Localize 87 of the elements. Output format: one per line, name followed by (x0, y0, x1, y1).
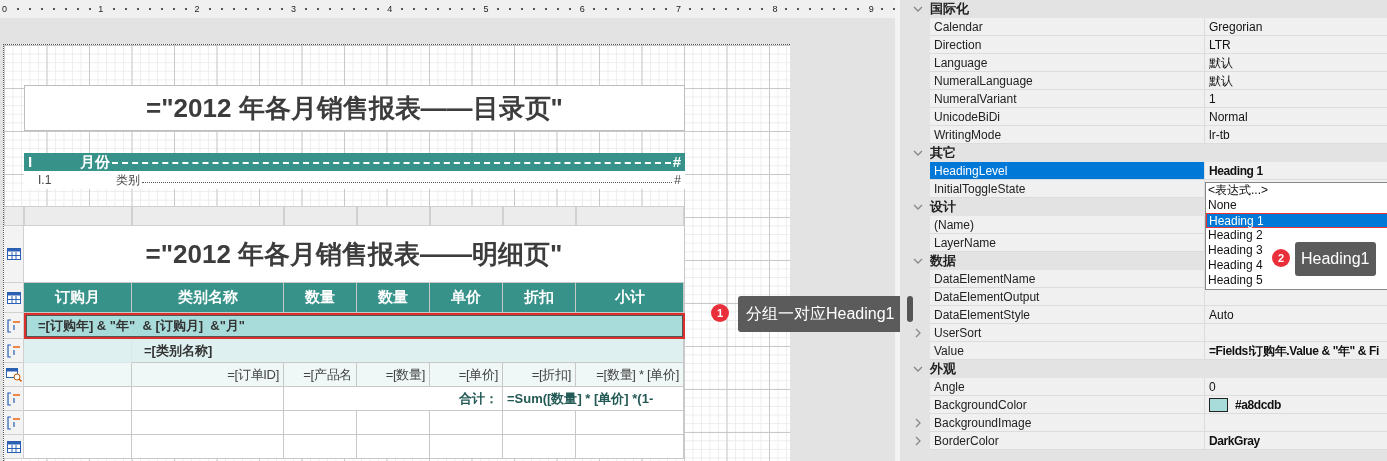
property-name[interactable]: (Name) (930, 216, 1205, 234)
report-title: ="2012 年各月销售报表——明细页" (24, 226, 685, 283)
chevron-down-icon[interactable] (912, 4, 923, 14)
property-name[interactable]: UnicodeBiDi (930, 108, 1205, 126)
ruler-number: 7 (675, 3, 683, 15)
table-row-icon[interactable] (6, 440, 21, 453)
category-label: 设计 (930, 198, 956, 217)
property-name[interactable]: NumeralLanguage (930, 72, 1205, 90)
dropdown-option[interactable]: Heading 1 (1206, 213, 1387, 228)
property-name[interactable]: HeadingLevel (930, 162, 1205, 180)
property-name[interactable]: NumeralVariant (930, 90, 1205, 108)
column-handle[interactable] (24, 206, 132, 226)
property-value[interactable]: Auto (1205, 306, 1387, 324)
annotation-tooltip: 分组一对应Heading1 (738, 296, 900, 332)
property-value[interactable]: LTR (1205, 36, 1387, 54)
toc-page-number: # (672, 151, 681, 172)
property-value[interactable]: 默认 (1205, 72, 1387, 90)
group-row-icon[interactable] (6, 415, 21, 430)
property-value[interactable]: =Fields!订购年.Value & "年" & Fi (1205, 342, 1387, 360)
property-name[interactable]: LayerName (930, 234, 1205, 252)
ruler-number: 9 (867, 3, 875, 15)
table-row-icon[interactable] (6, 291, 21, 304)
ruler-number: 6 (578, 3, 586, 15)
splitter-handle[interactable] (907, 296, 913, 322)
property-value[interactable]: DarkGray (1205, 432, 1387, 450)
group-header-cell: =[订购年] & "年" & [订购月] &"月" (24, 313, 685, 339)
group-row-icon[interactable] (6, 391, 21, 406)
column-handle[interactable] (430, 206, 503, 226)
ruler-number: 1 (97, 3, 105, 15)
ruler-number: 4 (386, 3, 394, 15)
dropdown-option[interactable]: Heading 2 (1206, 228, 1265, 243)
toc-label: 类别 (116, 172, 140, 189)
category-label: 外观 (930, 360, 956, 379)
category-label: 数据 (930, 252, 956, 271)
group-row-icon[interactable] (6, 343, 21, 358)
property-value[interactable]: 默认 (1205, 54, 1387, 72)
column-handle[interactable] (132, 206, 284, 226)
property-name[interactable]: WritingMode (930, 126, 1205, 144)
table-row-icon[interactable] (6, 248, 21, 260)
chevron-down-icon[interactable] (912, 148, 923, 158)
ruler-number: 8 (771, 3, 779, 15)
dropdown-option[interactable]: Heading 5 (1206, 273, 1265, 288)
corner-handle[interactable] (4, 206, 24, 226)
chevron-down-icon[interactable] (912, 202, 923, 212)
column-handle[interactable] (576, 206, 684, 226)
chevron-down-icon[interactable] (912, 256, 923, 266)
property-value[interactable]: 1 (1205, 90, 1387, 108)
ruler-number: 0 (1, 3, 8, 15)
dropdown-option[interactable]: Heading 4 (1206, 258, 1265, 273)
property-name[interactable]: DataElementOutput (930, 288, 1205, 306)
category-label: 国际化 (930, 0, 969, 19)
category-label: 其它 (930, 144, 956, 163)
group-row-icon[interactable] (6, 318, 21, 333)
detail-row-icon[interactable] (5, 367, 22, 382)
annotation-tooltip: Heading1 (1295, 242, 1376, 276)
column-handle[interactable] (503, 206, 576, 226)
property-value[interactable]: #a8dcdb (1205, 396, 1387, 414)
property-name[interactable]: BackgroundColor (930, 396, 1205, 414)
property-name[interactable]: Angle (930, 378, 1205, 396)
chevron-down-icon[interactable] (912, 364, 923, 374)
column-handle[interactable] (284, 206, 357, 226)
property-value[interactable]: Gregorian (1205, 18, 1387, 36)
property-name[interactable]: UserSort (930, 324, 1205, 342)
toc-page-number: # (674, 172, 681, 189)
ruler-number: 3 (289, 3, 297, 15)
property-value[interactable]: Normal (1205, 108, 1387, 126)
property-value[interactable]: Heading 1 (1205, 162, 1387, 180)
property-name[interactable]: DataElementStyle (930, 306, 1205, 324)
property-name[interactable]: InitialToggleState (930, 180, 1205, 198)
ruler-number: 2 (193, 3, 201, 15)
ruler-number: 5 (482, 3, 490, 15)
toc-label: 月份 (80, 151, 110, 172)
property-name[interactable]: Language (930, 54, 1205, 72)
property-value[interactable]: 0 (1205, 378, 1387, 396)
column-handle[interactable] (357, 206, 430, 226)
property-name[interactable]: BorderColor (930, 432, 1205, 450)
property-value[interactable]: lr-tb (1205, 126, 1387, 144)
property-name[interactable]: Calendar (930, 18, 1205, 36)
toc-number: I.1 (38, 172, 53, 189)
property-name[interactable]: DataElementName (930, 270, 1205, 288)
property-name[interactable]: Direction (930, 36, 1205, 54)
dropdown-option[interactable]: <表达式...> (1206, 183, 1271, 198)
dropdown-option[interactable]: None (1206, 198, 1239, 213)
toc-number: I (28, 151, 34, 172)
property-name[interactable]: Value (930, 342, 1205, 360)
property-name[interactable]: BackgroundImage (930, 414, 1205, 432)
report-title: ="2012 年各月销售报表——目录页" (24, 85, 685, 131)
